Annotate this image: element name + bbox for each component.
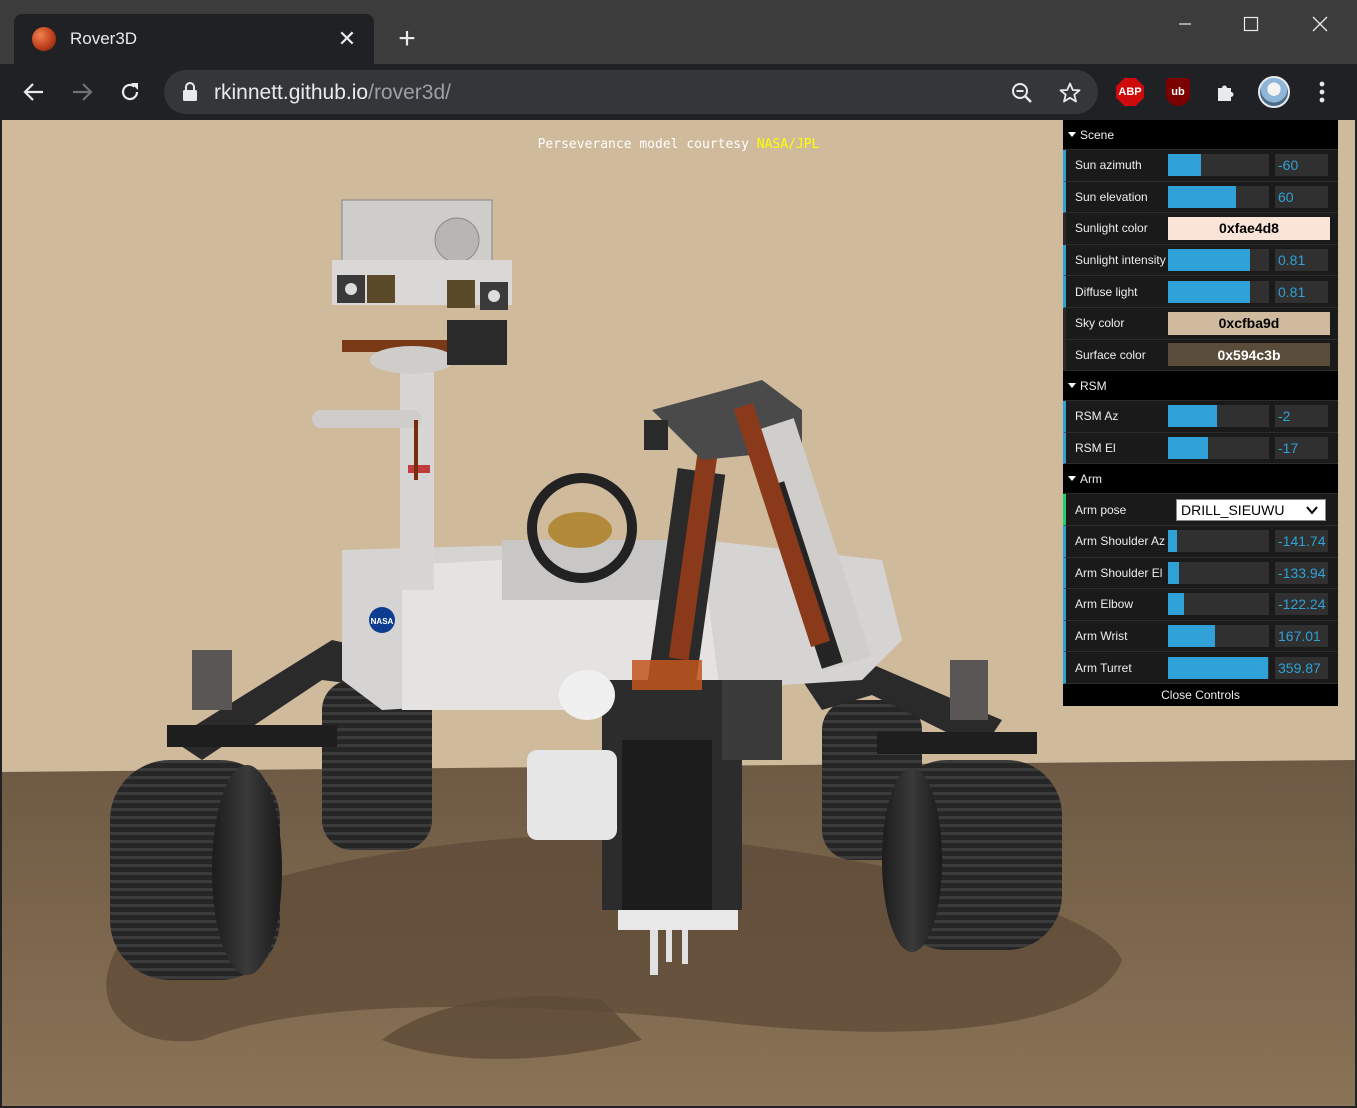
arm-shoulder-el-slider[interactable] (1168, 561, 1269, 584)
sunlight-intensity-input[interactable]: 0.81 (1275, 249, 1328, 272)
svg-text:NASA: NASA (371, 617, 394, 626)
forward-button[interactable] (64, 74, 100, 110)
arm-shoulder-az-input[interactable]: -141.74 (1275, 530, 1328, 553)
arm-turret-slider[interactable] (1168, 656, 1269, 679)
left-fender (167, 725, 337, 747)
sunlight-color-control: Sunlight color 0xfae4d8 (1063, 213, 1338, 245)
diffuse-light-control: Diffuse light 0.81 (1063, 276, 1338, 308)
folder-rsm[interactable]: RSM (1063, 371, 1338, 402)
sun-elevation-input[interactable]: 60 (1275, 185, 1328, 208)
tab-title: Rover3D (70, 29, 138, 48)
sun-elevation-slider[interactable] (1168, 185, 1269, 208)
maximize-icon (1243, 16, 1259, 32)
lock-icon (183, 82, 197, 101)
arm-pose-control: Arm pose DRILL_SIEUWU (1063, 494, 1338, 526)
close-controls-button[interactable]: Close Controls (1063, 683, 1338, 706)
arm-shoulder-az-slider[interactable] (1168, 530, 1269, 553)
chevron-down-icon (1306, 506, 1318, 515)
menu-kebab-icon[interactable] (1306, 76, 1338, 108)
rsm-az-input[interactable]: -2 (1275, 405, 1328, 428)
arrow-right-icon (73, 83, 93, 101)
sky-color-control: Sky color 0xcfba9d (1063, 307, 1338, 340)
arm-wrist-input[interactable]: 167.01 (1275, 625, 1328, 648)
window-close-button[interactable] (1297, 6, 1343, 42)
ublock-origin-icon[interactable]: ub (1162, 76, 1194, 108)
new-tab-button[interactable]: + (390, 22, 424, 56)
reload-icon (121, 83, 139, 101)
minimize-button[interactable] (1162, 6, 1208, 42)
arm-elbow-input[interactable]: -122.24 (1275, 593, 1328, 616)
right-fender (877, 732, 1037, 754)
maximize-button[interactable] (1228, 6, 1274, 42)
url-host: rkinnett.github.io (214, 81, 369, 104)
caret-down-icon (1068, 383, 1076, 389)
profile-avatar[interactable] (1258, 76, 1290, 108)
arm-wrist-control: Arm Wrist 167.01 (1063, 620, 1338, 653)
url-text[interactable]: rkinnett.github.io/rover3d/ (214, 81, 451, 105)
bookmark-star-icon[interactable] (1055, 78, 1085, 108)
diffuse-light-input[interactable]: 0.81 (1275, 280, 1328, 303)
sunlight-intensity-slider[interactable] (1168, 249, 1269, 272)
sun-azimuth-control: Sun azimuth -60 (1063, 150, 1338, 182)
sun-azimuth-slider[interactable] (1168, 154, 1269, 177)
sunlight-intensity-control: Sunlight intensity 0.81 (1063, 244, 1338, 277)
browser-tab[interactable]: Rover3D ✕ (14, 14, 374, 64)
rsm-az-slider[interactable] (1168, 405, 1269, 428)
controls-panel: Scene Sun azimuth -60 Sun elevation 60 S… (1063, 120, 1338, 706)
surface-color-swatch[interactable]: 0x594c3b (1168, 343, 1330, 367)
extensions-puzzle-icon[interactable] (1210, 76, 1242, 108)
credit-link[interactable]: NASA/JPL (757, 137, 820, 152)
surface-color-control: Surface color 0x594c3b (1063, 339, 1338, 372)
arm-shoulder-el-input[interactable]: -133.94 (1275, 561, 1328, 584)
reload-button[interactable] (112, 74, 148, 110)
zoom-icon[interactable] (1007, 78, 1037, 108)
caret-down-icon (1068, 132, 1076, 137)
arm-wrist-slider[interactable] (1168, 625, 1269, 648)
drill-bit (650, 930, 658, 975)
arrow-left-icon (23, 83, 43, 101)
back-button[interactable] (16, 74, 52, 110)
address-bar[interactable]: rkinnett.github.io/rover3d/ (164, 70, 1098, 114)
arm-shoulder-az-control: Arm Shoulder Az -141.74 (1063, 525, 1338, 558)
title-bar: Rover3D ✕ + (0, 0, 1357, 64)
arm-turret-control: Arm Turret 359.87 (1063, 652, 1338, 684)
arm-elbow-control: Arm Elbow -122.24 (1063, 589, 1338, 621)
folder-arm[interactable]: Arm (1063, 464, 1338, 495)
tab-close-icon[interactable]: ✕ (332, 24, 362, 54)
diffuse-light-slider[interactable] (1168, 280, 1269, 303)
credit-prefix: Perseverance model courtesy (537, 137, 757, 152)
rsm-el-control: RSM El -17 (1063, 432, 1338, 465)
sky-color-swatch[interactable]: 0xcfba9d (1168, 311, 1330, 335)
arm-elbow-slider[interactable] (1168, 593, 1269, 616)
rsm-az-control: RSM Az -2 (1063, 401, 1338, 433)
url-path: /rover3d/ (368, 81, 451, 104)
folder-scene[interactable]: Scene (1063, 120, 1338, 150)
caret-down-icon (1068, 476, 1076, 482)
sunlight-color-swatch[interactable]: 0xfae4d8 (1168, 216, 1330, 240)
browser-toolbar: rkinnett.github.io/rover3d/ ABP ub (0, 64, 1357, 120)
close-icon (1312, 16, 1328, 32)
arm-turret-input[interactable]: 359.87 (1275, 656, 1328, 679)
arm-shoulder-el-control: Arm Shoulder El -133.94 (1063, 557, 1338, 590)
arm-pose-select[interactable]: DRILL_SIEUWU (1176, 498, 1326, 521)
minimize-icon (1179, 23, 1191, 25)
sun-azimuth-input[interactable]: -60 (1275, 154, 1328, 177)
adblock-plus-icon[interactable]: ABP (1114, 76, 1146, 108)
rsm-el-input[interactable]: -17 (1275, 437, 1328, 460)
sun-elevation-control: Sun elevation 60 (1063, 181, 1338, 214)
mars-favicon-icon (32, 27, 56, 51)
rsm-el-slider[interactable] (1168, 437, 1269, 460)
